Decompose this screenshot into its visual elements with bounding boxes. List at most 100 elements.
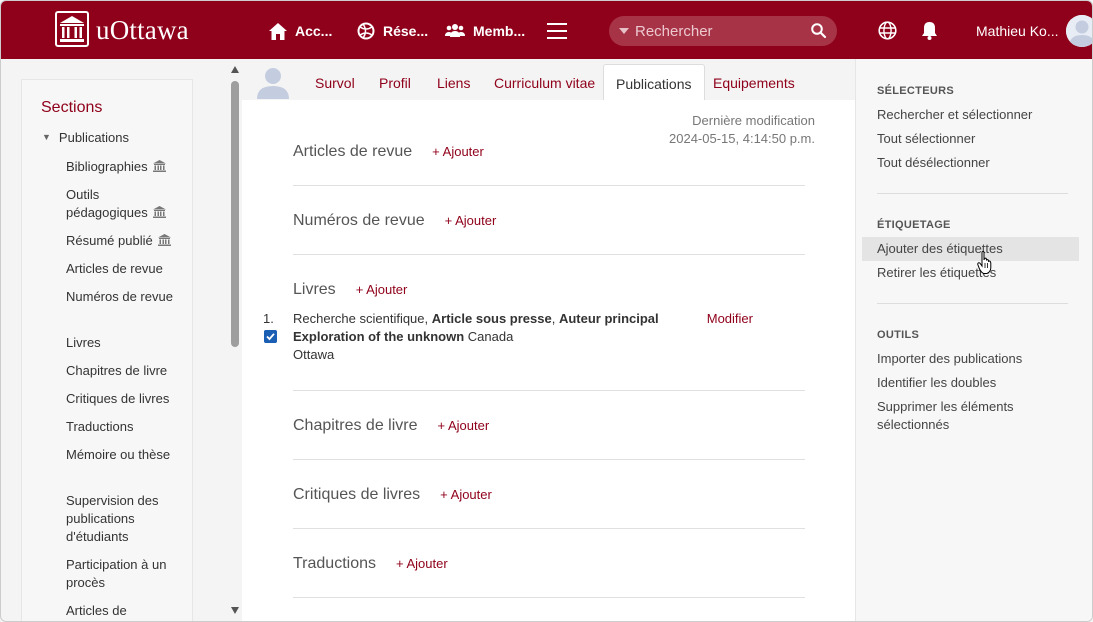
scroll-thumb[interactable] [231, 81, 239, 347]
publication-city: Ottawa [293, 347, 335, 362]
search-icon[interactable] [811, 23, 826, 38]
sidebar-title: Sections [41, 99, 103, 116]
section-critiques-de-livres: Critiques de livres + Ajouter [293, 460, 805, 529]
tab-curriculum-vitae[interactable]: Curriculum vitae [494, 75, 595, 91]
tab-publications[interactable]: Publications [603, 64, 705, 100]
tab-survol[interactable]: Survol [315, 75, 355, 91]
publication-checkbox[interactable] [264, 330, 277, 343]
user-name[interactable]: Mathieu Ko... [976, 23, 1059, 39]
add-button[interactable]: + Ajouter [440, 487, 492, 502]
nav-network[interactable]: Rése... [357, 21, 428, 41]
sidebar-item-bibliographies[interactable]: Bibliographies [66, 158, 184, 176]
uottawa-logo[interactable]: uOttawa [55, 11, 189, 47]
section-numeros-de-revue: Numéros de revue + Ajouter [293, 186, 805, 255]
sidebar-item-articles-de-revue[interactable]: Articles de revue [66, 260, 184, 278]
sidebar-item-label: pédagogiques [66, 205, 148, 220]
sidebar-item-traductions[interactable]: Traductions [66, 418, 184, 436]
section-title: Traductions [293, 555, 376, 572]
add-button[interactable]: + Ajouter [356, 282, 408, 297]
sidebar-item-critiques-de-livres[interactable]: Critiques de livres [66, 390, 184, 408]
institution-icon [152, 160, 166, 172]
action-select-all[interactable]: Tout sélectionner [877, 130, 975, 148]
notification-bell-icon[interactable] [921, 21, 938, 40]
action-identify-duplicates[interactable]: Identifier les doubles [877, 374, 996, 392]
user-avatar[interactable] [1066, 15, 1092, 47]
section-articles-de-revue: Articles de revue + Ajouter [293, 141, 805, 186]
profile-avatar-icon[interactable] [256, 65, 290, 99]
search-input[interactable] [635, 22, 805, 40]
nav-network-label: Rése... [383, 23, 429, 39]
last-modified-label: Dernière modification [692, 113, 815, 128]
sidebar-item-participation-proces[interactable]: Participation à un procès [66, 556, 184, 592]
search-box[interactable] [609, 16, 837, 46]
user-silhouette-icon [1066, 15, 1092, 47]
sidebar-item-numeros-de-revue[interactable]: Numéros de revue [66, 288, 184, 306]
scroll-down-arrow-icon[interactable] [231, 607, 239, 614]
action-deselect-all[interactable]: Tout désélectionner [877, 154, 990, 172]
nav-home-label: Acc... [295, 23, 333, 39]
section-title: Numéros de revue [293, 212, 425, 229]
section-title: Critiques de livres [293, 486, 421, 503]
add-button[interactable]: + Ajouter [438, 418, 490, 433]
page-scrollbar[interactable] [228, 59, 242, 621]
university-building-icon [55, 11, 89, 47]
scroll-up-arrow-icon[interactable] [231, 66, 239, 73]
publication-separator: , [551, 311, 556, 326]
section-chapitres-de-livre: Chapitres de livre + Ajouter [293, 391, 805, 460]
group-heading-selecteurs: SÉLECTEURS [877, 85, 954, 97]
sidebar-item-label: Bibliographies [66, 159, 148, 174]
section-traductions: Traductions + Ajouter [293, 529, 805, 598]
publication-number: 1. [263, 311, 274, 326]
actions-panel: SÉLECTEURS Rechercher et sélectionner To… [855, 59, 1092, 621]
sidebar-root-label: Publications [58, 130, 130, 145]
section-title: Livres [293, 281, 336, 298]
panel-divider [877, 193, 1068, 194]
panel-divider [877, 303, 1068, 304]
nav-home[interactable]: Acc... [269, 21, 332, 41]
institution-icon [152, 206, 166, 218]
tab-liens[interactable]: Liens [437, 75, 470, 91]
members-icon [445, 24, 465, 37]
network-globe-icon [357, 22, 375, 40]
sidebar-root-publications[interactable]: ▼ Publications [42, 130, 129, 145]
add-button[interactable]: + Ajouter [445, 213, 497, 228]
group-heading-etiquetage: ÉTIQUETAGE [877, 219, 951, 231]
home-icon [269, 22, 287, 40]
publication-title[interactable]: Exploration of the unknown [293, 329, 464, 344]
section-title: Articles de revue [293, 143, 413, 160]
nav-members-label: Memb... [473, 23, 526, 39]
action-delete-selected[interactable]: Supprimer les éléments sélectionnés [877, 398, 1057, 434]
tab-equipements[interactable]: Equipements [713, 75, 795, 91]
sections-sidebar: Sections ▼ Publications Bibliographies O… [21, 79, 193, 621]
edit-publication-link[interactable]: Modifier [707, 310, 753, 328]
brand-name: uOttawa [96, 14, 189, 45]
search-scope-dropdown-icon[interactable] [619, 28, 629, 34]
publication-details: Recherche scientifique, Article sous pre… [293, 310, 673, 364]
action-search-and-select[interactable]: Rechercher et sélectionner [877, 106, 1032, 124]
add-button[interactable]: + Ajouter [432, 144, 484, 159]
institution-icon [157, 234, 171, 246]
publication-type: Recherche scientifique, [293, 311, 429, 326]
expand-triangle-icon[interactable]: ▼ [42, 132, 51, 142]
tab-profil[interactable]: Profil [379, 75, 411, 91]
main-content: Survol Profil Liens Curriculum vitae Pub… [242, 59, 855, 621]
language-globe-icon[interactable] [878, 21, 897, 40]
sidebar-item-label: Résumé publié [66, 233, 153, 248]
add-button[interactable]: + Ajouter [396, 556, 448, 571]
hamburger-menu-icon[interactable] [547, 23, 567, 39]
group-heading-outils: OUTILS [877, 329, 920, 341]
sidebar-item-memoire-ou-these[interactable]: Mémoire ou thèse [66, 446, 184, 464]
profile-tabs: Survol Profil Liens Curriculum vitae Pub… [242, 59, 855, 100]
hand-pointer-cursor-icon [977, 251, 992, 274]
publication-country: Canada [467, 329, 514, 344]
sidebar-item-livres[interactable]: Livres [66, 334, 184, 352]
sidebar-item-supervision[interactable]: Supervision des publications d'étudiants [66, 492, 184, 546]
sidebar-item-chapitres-de-livre[interactable]: Chapitres de livre [66, 362, 184, 380]
action-import-publications[interactable]: Importer des publications [877, 350, 1022, 368]
publication-status: Article sous presse [431, 311, 552, 326]
sidebar-item-resume-publie[interactable]: Résumé publié [66, 232, 184, 250]
sidebar-item-articles-de[interactable]: Articles de [66, 602, 184, 620]
publication-role: Auteur principal [558, 311, 659, 326]
nav-members[interactable]: Memb... [445, 21, 525, 41]
sidebar-item-outils-pedagogiques[interactable]: Outils pédagogiques [66, 186, 184, 222]
